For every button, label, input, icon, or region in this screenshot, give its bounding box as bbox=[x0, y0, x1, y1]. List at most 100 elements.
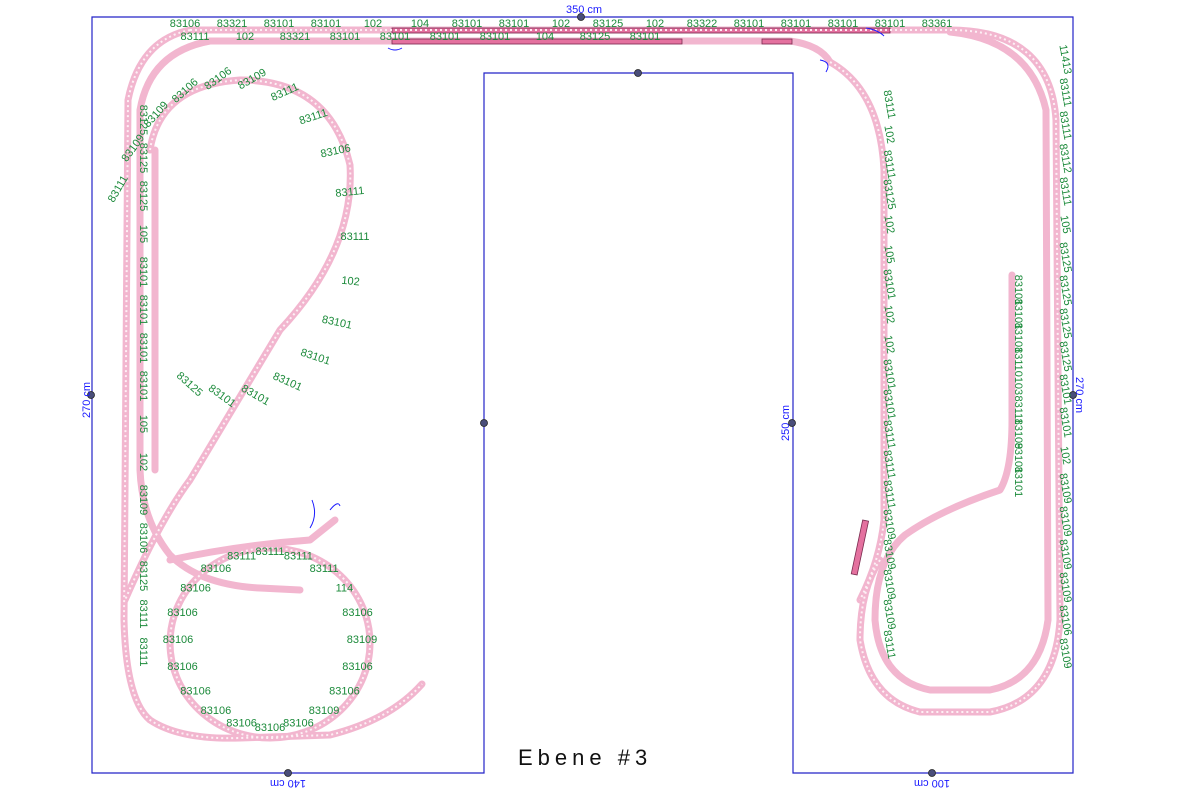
track-part-label: 83101 bbox=[734, 18, 765, 30]
track-part-label: 83101 bbox=[239, 383, 271, 409]
track-right-inner bbox=[826, 58, 888, 604]
track-part-label: 83101 bbox=[781, 18, 812, 30]
track-part-label: 83361 bbox=[922, 18, 953, 30]
track-part-label: 102 bbox=[137, 453, 149, 471]
track-part-label: 83109 bbox=[880, 568, 897, 600]
track-part-label: 83111 bbox=[137, 638, 149, 667]
track-part-label: 83106 bbox=[283, 718, 314, 730]
station-track-right bbox=[850, 519, 870, 576]
track-part-label: 83109 bbox=[347, 634, 378, 646]
track-plan-canvas: 350 cm 270 cm 270 cm 250 cm 140 cm 100 c… bbox=[81, 4, 1085, 789]
track-part-label: 83101 bbox=[311, 18, 342, 30]
track-part-label: 83321 bbox=[217, 18, 248, 30]
track-part-label: 83101 bbox=[480, 31, 511, 43]
track-part-label: 83101 bbox=[264, 18, 295, 30]
track-part-label: 102 bbox=[364, 18, 382, 30]
track-part-label: 83101 bbox=[206, 382, 238, 410]
dimension-bottom-left: 140 cm bbox=[270, 777, 306, 789]
track-part-label: 83111 bbox=[256, 546, 285, 558]
track-part-label: 83111 bbox=[137, 600, 149, 629]
track-part-label: 83101 bbox=[299, 347, 332, 368]
track-part-label: 83101 bbox=[330, 31, 361, 43]
track-part-label: 102 bbox=[552, 18, 570, 30]
track-part-label: 83101 bbox=[137, 333, 149, 364]
track-part-label: 83125 bbox=[580, 31, 611, 43]
track-part-label: 83111 bbox=[335, 185, 365, 200]
outline-node bbox=[480, 419, 488, 427]
track-part-label: 83109 bbox=[236, 67, 268, 93]
track-part-label: 83106 bbox=[170, 18, 201, 30]
track-part-label: 83321 bbox=[280, 31, 311, 43]
track-part-label: 83109 bbox=[309, 705, 340, 717]
layout-title: Ebene #3 bbox=[518, 745, 652, 770]
track-part-label: 83125 bbox=[593, 18, 624, 30]
wire-accent bbox=[387, 47, 403, 51]
track-part-label: 105 bbox=[137, 415, 149, 433]
dimension-inner: 250 cm bbox=[780, 405, 792, 441]
track-part-label: 83101 bbox=[137, 257, 149, 288]
track-part-label: 83106 bbox=[342, 661, 373, 673]
track-part-label: 102 bbox=[341, 275, 361, 289]
track-part-label: 83106 bbox=[201, 705, 232, 717]
track-part-label: 83125 bbox=[174, 370, 205, 399]
dimension-left: 270 cm bbox=[81, 382, 93, 418]
track-network bbox=[120, 26, 1064, 742]
dimension-right: 270 cm bbox=[1073, 377, 1085, 413]
track-part-label: 83109 bbox=[137, 485, 149, 516]
track-part-label: 83101 bbox=[875, 18, 906, 30]
track-part-label: 83125 bbox=[137, 143, 149, 174]
track-part-label: 83125 bbox=[137, 561, 149, 592]
track-part-label: 83106 bbox=[180, 686, 211, 698]
track-part-label: 114 bbox=[336, 582, 354, 594]
track-part-label: 102 bbox=[646, 18, 664, 30]
outline-node bbox=[284, 769, 292, 777]
track-part-label: 11413 bbox=[1056, 44, 1073, 75]
track-part-label: 83101 bbox=[452, 18, 483, 30]
dimension-top: 350 cm bbox=[566, 4, 602, 16]
track-part-label: 83101 bbox=[321, 314, 353, 332]
track-part-label: 83322 bbox=[687, 18, 718, 30]
track-part-label: 83101 bbox=[380, 31, 411, 43]
track-part-label: 83111 bbox=[284, 550, 313, 562]
outline-node bbox=[928, 769, 936, 777]
track-part-label: 83101 bbox=[499, 18, 530, 30]
track-part-label: 103 bbox=[1012, 377, 1024, 395]
track-part-label: 83106 bbox=[167, 607, 198, 619]
track-part-label: 83101 bbox=[1012, 467, 1024, 498]
track-part-label: 83101 bbox=[137, 295, 149, 326]
track-part-label: 83110 bbox=[1012, 347, 1024, 377]
track-part-label: 83106 bbox=[137, 523, 149, 554]
dimension-bottom-right: 100 cm bbox=[914, 777, 950, 789]
track-part-label: 83106 bbox=[255, 722, 286, 734]
outline-node bbox=[634, 69, 642, 77]
track-part-label: 83106 bbox=[226, 718, 257, 730]
track-part-label: 83101 bbox=[137, 371, 149, 402]
track-part-label: 83125 bbox=[137, 181, 149, 212]
track-part-label: 83111 bbox=[341, 231, 370, 243]
track-part-label: 83106 bbox=[180, 582, 211, 594]
track-part-label: 83109 bbox=[880, 598, 897, 630]
track-part-label: 83101 bbox=[430, 31, 461, 43]
track-part-label: 83101 bbox=[630, 31, 661, 43]
track-part-label: 83125 bbox=[137, 105, 149, 136]
track-part-label: 83106 bbox=[163, 634, 194, 646]
station-track-end bbox=[761, 38, 793, 45]
track-part-label: 83101 bbox=[271, 370, 304, 393]
track-part-label: 83109 bbox=[1056, 637, 1073, 669]
track-part-label: 83111 bbox=[227, 550, 256, 562]
track-part-label: 102 bbox=[236, 31, 254, 43]
track-part-label: 104 bbox=[411, 18, 429, 30]
track-left-second bbox=[136, 37, 304, 594]
track-teardrop bbox=[121, 76, 354, 604]
track-part-label: 83111 bbox=[181, 31, 210, 43]
track-part-label: 83106 bbox=[342, 607, 373, 619]
track-part-label: 83101 bbox=[828, 18, 859, 30]
track-part-label: 83111 bbox=[1057, 77, 1074, 108]
track-part-label: 83111 bbox=[310, 563, 339, 575]
track-part-label: 104 bbox=[536, 31, 554, 43]
track-part-label: 83106 bbox=[201, 563, 232, 575]
track-part-label: 83106 bbox=[167, 661, 198, 673]
track-part-label: 105 bbox=[137, 225, 149, 243]
track-part-label: 83111 bbox=[298, 107, 329, 127]
track-part-label: 83111 bbox=[881, 89, 898, 120]
